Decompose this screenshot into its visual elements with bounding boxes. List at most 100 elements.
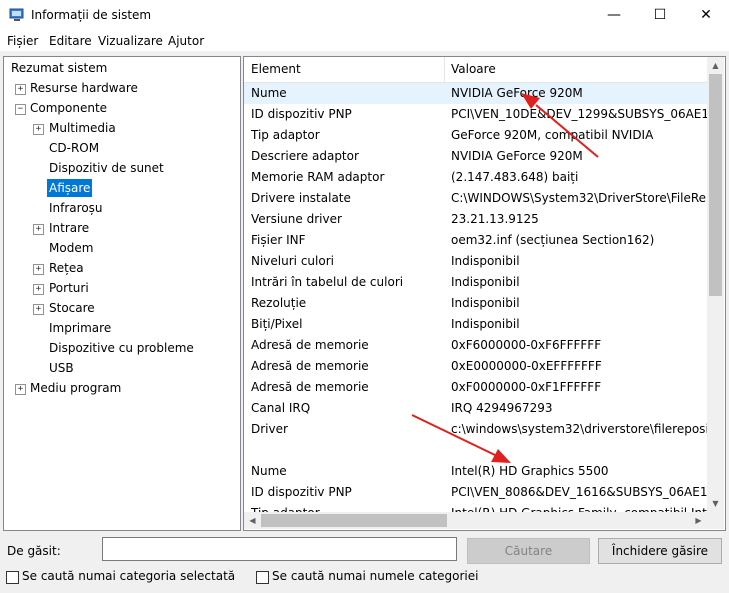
- table-row[interactable]: Intrări în tabelul de culori Indisponibil: [244, 272, 707, 293]
- table-row[interactable]: Rezoluție Indisponibil: [244, 293, 707, 314]
- menu-file[interactable]: Fișier: [7, 34, 38, 48]
- table-row[interactable]: Nume Intel(R) HD Graphics 5500: [244, 461, 707, 482]
- expand-icon[interactable]: +: [15, 384, 26, 395]
- search-category-names-checkbox[interactable]: Se caută numai numele categoriei: [256, 569, 496, 585]
- cell-value: 0xE0000000-0xEFFFFFFF: [451, 359, 602, 373]
- tree-item-summary[interactable]: Rezumat sistem: [11, 59, 107, 77]
- menu-edit[interactable]: Editare: [49, 34, 92, 48]
- cell-element: Memorie RAM adaptor: [251, 170, 385, 184]
- table-row[interactable]: Versiune driver 23.21.13.9125: [244, 209, 707, 230]
- expand-icon[interactable]: +: [33, 284, 44, 295]
- tree-item-problem-devices[interactable]: Dispozitive cu probleme: [49, 339, 194, 357]
- search-selected-category-checkbox[interactable]: Se caută numai categoria selectată: [6, 569, 246, 585]
- vertical-scrollbar[interactable]: ▲ ▼: [707, 57, 724, 512]
- cell-element: Driver: [251, 422, 288, 436]
- tree-item-modem[interactable]: Modem: [49, 239, 93, 257]
- table-row[interactable]: Driver c:\windows\system32\driverstore\fi…: [244, 419, 707, 440]
- cell-value: NVIDIA GeForce 920M: [451, 86, 583, 100]
- scroll-right-icon[interactable]: ▶: [690, 512, 707, 529]
- scroll-down-icon[interactable]: ▼: [707, 495, 724, 512]
- table-row[interactable]: Nume NVIDIA GeForce 920M: [244, 83, 707, 104]
- table-row[interactable]: ID dispozitiv PNP PCI\VEN_10DE&DEV_1299&S…: [244, 104, 707, 125]
- vertical-scroll-thumb[interactable]: [709, 74, 722, 296]
- checkbox-box[interactable]: [6, 571, 19, 584]
- column-header-value[interactable]: Valoare: [451, 62, 496, 76]
- cell-value: oem32.inf (secțiunea Section162): [451, 233, 655, 247]
- tree-item-multimedia[interactable]: Multimedia: [49, 119, 116, 137]
- expand-icon[interactable]: +: [33, 264, 44, 275]
- menu-help[interactable]: Ajutor: [168, 34, 204, 48]
- table-row[interactable]: Descriere adaptor NVIDIA GeForce 920M: [244, 146, 707, 167]
- column-header-element[interactable]: Element: [251, 62, 301, 76]
- cell-value: Indisponibil: [451, 296, 520, 310]
- cell-element: ID dispozitiv PNP: [251, 107, 352, 121]
- find-input[interactable]: [102, 537, 457, 561]
- table-row[interactable]: Drivere instalate C:\WINDOWS\System32\Dri…: [244, 188, 707, 209]
- category-tree[interactable]: Rezumat sistem + Resurse hardware − Comp…: [3, 56, 241, 531]
- cell-element: Tip adaptor: [251, 128, 320, 142]
- maximize-button[interactable]: ☐: [637, 0, 683, 31]
- horizontal-scrollbar[interactable]: ◀ ▶: [244, 512, 707, 529]
- close-button[interactable]: ✕: [683, 0, 729, 31]
- cell-value: IRQ 4294967293: [451, 401, 553, 415]
- tree-item-hardware[interactable]: Resurse hardware: [30, 79, 138, 97]
- tree-item-usb[interactable]: USB: [49, 359, 74, 377]
- list-header: Element Valoare: [244, 57, 707, 83]
- table-row[interactable]: Canal IRQ IRQ 4294967293: [244, 398, 707, 419]
- cell-value: c:\windows\system32\driverstore\filerepo…: [451, 422, 707, 436]
- cell-value: 0xF0000000-0xF1FFFFFF: [451, 380, 602, 394]
- table-row[interactable]: Memorie RAM adaptor (2.147.483.648) baiți: [244, 167, 707, 188]
- horizontal-scroll-thumb[interactable]: [261, 514, 447, 527]
- cell-element: Nume: [251, 464, 287, 478]
- title-bar: Informații de sistem — ☐ ✕: [0, 0, 729, 31]
- cell-value: Indisponibil: [451, 254, 520, 268]
- table-row[interactable]: Tip adaptor GeForce 920M, compatibil NVID…: [244, 125, 707, 146]
- menu-view[interactable]: Vizualizare: [98, 34, 163, 48]
- table-row[interactable]: Niveluri culori Indisponibil: [244, 251, 707, 272]
- cell-element: Canal IRQ: [251, 401, 311, 415]
- table-row[interactable]: ID dispozitiv PNP PCI\VEN_8086&DEV_1616&S…: [244, 482, 707, 503]
- scrollbar-corner: [707, 512, 724, 529]
- scroll-up-icon[interactable]: ▲: [707, 57, 724, 74]
- tree-item-components[interactable]: Componente: [30, 99, 107, 117]
- cell-element: Intrări în tabelul de culori: [251, 275, 404, 289]
- table-row[interactable]: Fișier INF oem32.inf (secțiunea Section16…: [244, 230, 707, 251]
- details-list[interactable]: Element Valoare Nume NVIDIA GeForce 920M I…: [243, 56, 726, 531]
- scroll-left-icon[interactable]: ◀: [244, 512, 261, 529]
- cell-element: Adresă de memorie: [251, 359, 369, 373]
- tree-item-network[interactable]: Rețea: [49, 259, 84, 277]
- table-row[interactable]: Adresă de memorie 0xF0000000-0xF1FFFFFF: [244, 377, 707, 398]
- cell-element: Adresă de memorie: [251, 380, 369, 394]
- tree-item-infrared[interactable]: Infraroșu: [49, 199, 103, 217]
- tree-item-ports[interactable]: Porturi: [49, 279, 89, 297]
- cell-element: ID dispozitiv PNP: [251, 485, 352, 499]
- table-row[interactable]: Adresă de memorie 0xF6000000-0xF6FFFFFF: [244, 335, 707, 356]
- expand-icon[interactable]: +: [33, 124, 44, 135]
- cell-value: 23.21.13.9125: [451, 212, 539, 226]
- table-row[interactable]: Biți/Pixel Indisponibil: [244, 314, 707, 335]
- expand-icon[interactable]: +: [15, 84, 26, 95]
- cell-value: (2.147.483.648) baiți: [451, 170, 579, 184]
- tree-item-printing[interactable]: Imprimare: [49, 319, 111, 337]
- tree-item-software[interactable]: Mediu program: [30, 379, 121, 397]
- close-find-button[interactable]: Închidere găsire: [598, 538, 722, 564]
- window-title: Informații de sistem: [31, 8, 152, 22]
- tree-item-input[interactable]: Intrare: [49, 219, 89, 237]
- table-row[interactable]: [244, 440, 707, 461]
- checkbox-box[interactable]: [256, 571, 269, 584]
- column-divider[interactable]: [444, 57, 445, 82]
- collapse-icon[interactable]: −: [15, 104, 26, 115]
- expand-icon[interactable]: +: [33, 224, 44, 235]
- tree-item-storage[interactable]: Stocare: [49, 299, 95, 317]
- cell-element: Adresă de memorie: [251, 338, 369, 352]
- tree-item-cdrom[interactable]: CD-ROM: [49, 139, 99, 157]
- cell-element: Fișier INF: [251, 233, 306, 247]
- cell-value: 0xF6000000-0xF6FFFFFF: [451, 338, 602, 352]
- search-button[interactable]: Căutare: [467, 538, 590, 564]
- tree-item-sound[interactable]: Dispozitiv de sunet: [49, 159, 164, 177]
- tree-item-display[interactable]: Afișare: [47, 179, 93, 197]
- expand-icon[interactable]: +: [33, 304, 44, 315]
- minimize-button[interactable]: —: [591, 0, 637, 31]
- table-row[interactable]: Adresă de memorie 0xE0000000-0xEFFFFFFF: [244, 356, 707, 377]
- menu-bar: Fișier Editare Vizualizare Ajutor: [0, 31, 729, 51]
